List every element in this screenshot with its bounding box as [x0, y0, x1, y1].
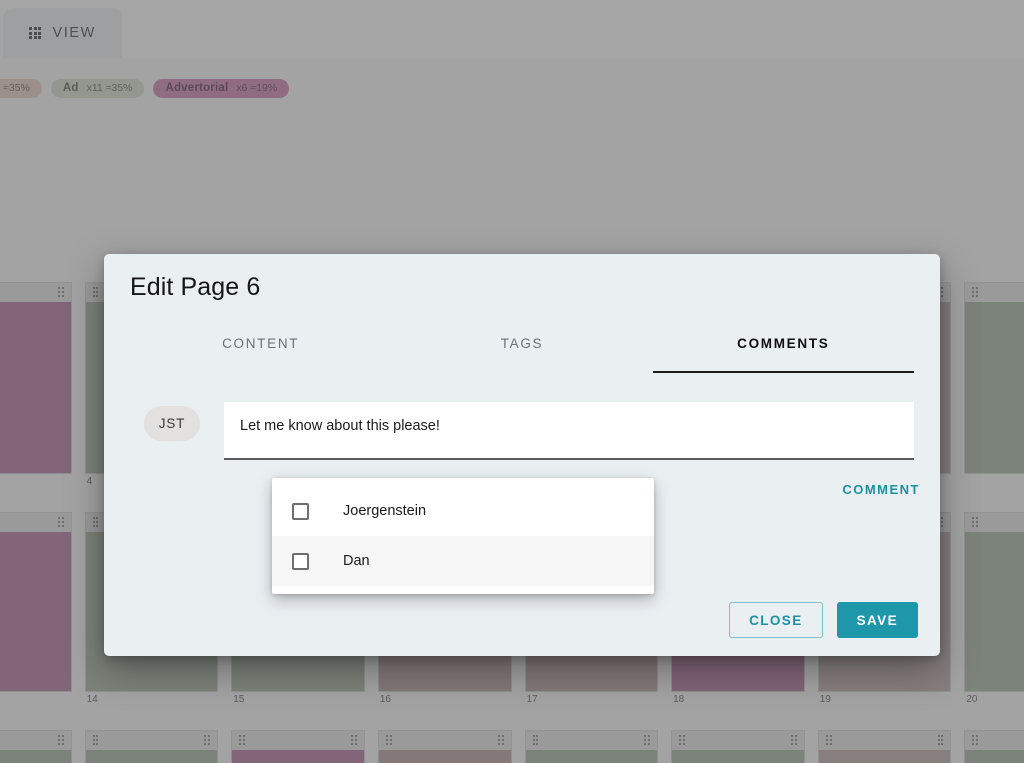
close-button[interactable]: CLOSE [729, 602, 823, 638]
checkbox-icon[interactable] [292, 503, 309, 520]
tab-tags[interactable]: TAGS [391, 336, 652, 373]
mention-suggestion-list: Joergenstein Dan [272, 478, 654, 594]
comment-submit-button[interactable]: COMMENT [842, 482, 920, 497]
list-item-label: Joergenstein [343, 503, 426, 519]
checkbox-icon[interactable] [292, 553, 309, 570]
list-item[interactable]: Joergenstein [272, 486, 654, 536]
app-root: E VIEW x11 ≈35% Ad x11 ≈35% Advert [0, 0, 1024, 763]
comment-composer: JST Let me know about this please! [130, 402, 914, 460]
dialog-footer: CLOSE SAVE [729, 602, 918, 638]
dialog-title: Edit Page 6 [130, 273, 260, 302]
dialog-tabs: CONTENT TAGS COMMENTS [130, 336, 914, 373]
list-item-label: Dan [343, 553, 370, 569]
list-item[interactable]: Dan [272, 536, 654, 586]
tab-content[interactable]: CONTENT [130, 336, 391, 373]
comment-input[interactable]: Let me know about this please! [224, 402, 914, 460]
edit-page-dialog: Edit Page 6 CONTENT TAGS COMMENTS JST Le… [104, 254, 940, 656]
tab-comments[interactable]: COMMENTS [653, 336, 914, 373]
avatar: JST [144, 406, 200, 441]
save-button[interactable]: SAVE [837, 602, 918, 638]
